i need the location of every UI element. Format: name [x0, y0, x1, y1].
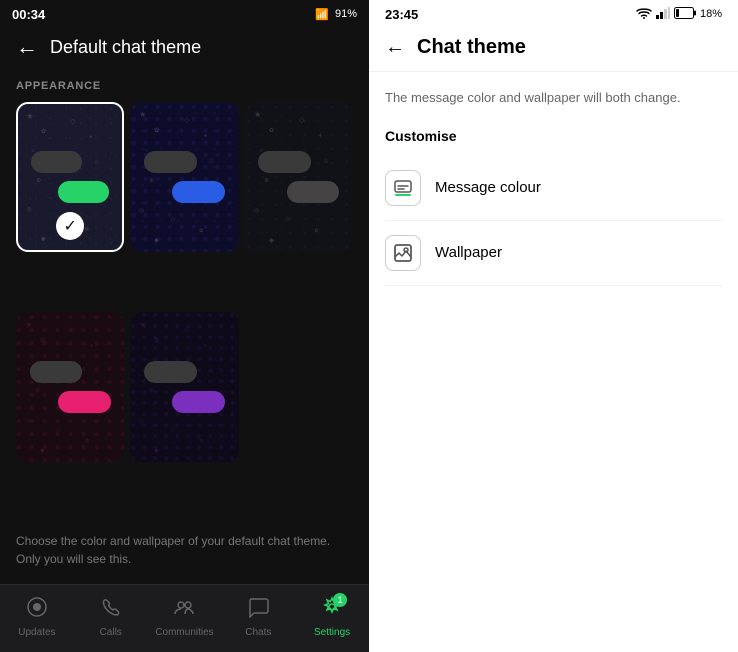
- theme-3-bubbles: [245, 102, 353, 252]
- wallpaper-icon: [385, 235, 421, 271]
- description-text: The message color and wallpaper will bot…: [385, 88, 722, 108]
- right-status-bar: 23:45: [369, 0, 738, 28]
- settings-icon: 1: [321, 596, 343, 624]
- right-content: The message color and wallpaper will bot…: [369, 72, 738, 652]
- communities-icon: [173, 596, 195, 624]
- bubble-purple-5: [172, 391, 225, 413]
- theme-dark-pink[interactable]: ★✿ ◇♦ ○✦ △⊕ ✧♥ ◎☆ ✿◆: [16, 312, 124, 462]
- wifi-icon: 📶: [315, 8, 329, 21]
- theme-2-bubbles: [130, 102, 238, 252]
- right-header: ← Chat theme: [369, 28, 738, 72]
- message-colour-icon: [385, 170, 421, 206]
- left-status-bar: 00:34 📶 91%: [0, 0, 369, 28]
- bubble-gray-3: [258, 151, 311, 173]
- bubble-pink-4: [58, 391, 111, 413]
- message-colour-label: Message colour: [435, 179, 541, 196]
- right-back-button[interactable]: ←: [385, 36, 405, 59]
- wallpaper-option[interactable]: Wallpaper: [385, 221, 722, 286]
- wallpaper-label: Wallpaper: [435, 244, 502, 261]
- left-status-icons: 📶 91%: [315, 8, 357, 21]
- left-header: ← Default chat theme: [0, 28, 369, 72]
- theme-grid: ★✿ ◇♦ ○✦ △⊕ ✧♥ ◎☆ ✿◆ ✓ ★✿ ◇♦ ○✦ △⊕ ✧♥: [0, 102, 369, 516]
- bubble-gray-1: [31, 151, 82, 173]
- selected-check: ✓: [56, 212, 84, 240]
- right-battery-percent: 18%: [700, 8, 722, 20]
- left-page-title: Default chat theme: [50, 37, 201, 58]
- nav-settings[interactable]: 1 Settings: [295, 596, 369, 638]
- theme-dark-purple[interactable]: ★✿ ◇♦ ○✦ △⊕ ✧♥ ◎☆ ✿◆: [130, 312, 238, 462]
- calls-icon: [100, 596, 122, 624]
- right-battery-icon: [674, 7, 696, 22]
- battery-text: 91%: [335, 8, 357, 20]
- bottom-navigation: Updates Calls Communities: [0, 584, 369, 652]
- theme-dark-blue[interactable]: ★✿ ◇♦ ○✦ △⊕ ✧♥ ◎☆ ✿◆: [130, 102, 238, 252]
- bubble-gray-4: [30, 361, 83, 383]
- bubble-gray2-3: [287, 181, 340, 203]
- updates-icon: [26, 596, 48, 624]
- settings-label: Settings: [314, 627, 350, 638]
- message-colour-option[interactable]: Message colour: [385, 156, 722, 221]
- bubble-gray-5: [144, 361, 197, 383]
- back-button[interactable]: ←: [16, 34, 38, 60]
- customise-label: Customise: [385, 128, 722, 144]
- bubble-gray-2: [144, 151, 197, 173]
- right-status-icons: 18%: [636, 7, 722, 22]
- right-time: 23:45: [385, 7, 418, 22]
- nav-chats[interactable]: Chats: [221, 596, 295, 638]
- theme-dark-green[interactable]: ★✿ ◇♦ ○✦ △⊕ ✧♥ ◎☆ ✿◆ ✓: [16, 102, 124, 252]
- nav-communities[interactable]: Communities: [148, 596, 222, 638]
- bubble-blue-2: [172, 181, 225, 203]
- theme-hint: Choose the color and wallpaper of your d…: [0, 516, 369, 584]
- left-panel: 00:34 📶 91% ← Default chat theme APPEARA…: [0, 0, 369, 652]
- updates-label: Updates: [18, 627, 55, 638]
- left-time: 00:34: [12, 7, 45, 22]
- right-page-title: Chat theme: [417, 36, 526, 59]
- nav-calls[interactable]: Calls: [74, 596, 148, 638]
- chats-label: Chats: [245, 627, 271, 638]
- theme-dark-gray[interactable]: ★✿ ◇♦ ○✦ △⊕ ✧♥ ◎☆ ✿◆: [245, 102, 353, 252]
- communities-label: Communities: [155, 627, 213, 638]
- theme-4-bubbles: [16, 312, 124, 462]
- right-wifi-icon: [636, 7, 652, 22]
- appearance-section-label: APPEARANCE: [0, 72, 369, 102]
- nav-updates[interactable]: Updates: [0, 596, 74, 638]
- settings-badge: 1: [333, 593, 347, 607]
- chats-icon: [247, 596, 269, 624]
- theme-5-bubbles: [130, 312, 238, 462]
- bubble-green-1: [58, 181, 109, 203]
- right-signal-icon: [656, 7, 670, 22]
- calls-label: Calls: [100, 627, 122, 638]
- right-panel: 23:45: [369, 0, 738, 652]
